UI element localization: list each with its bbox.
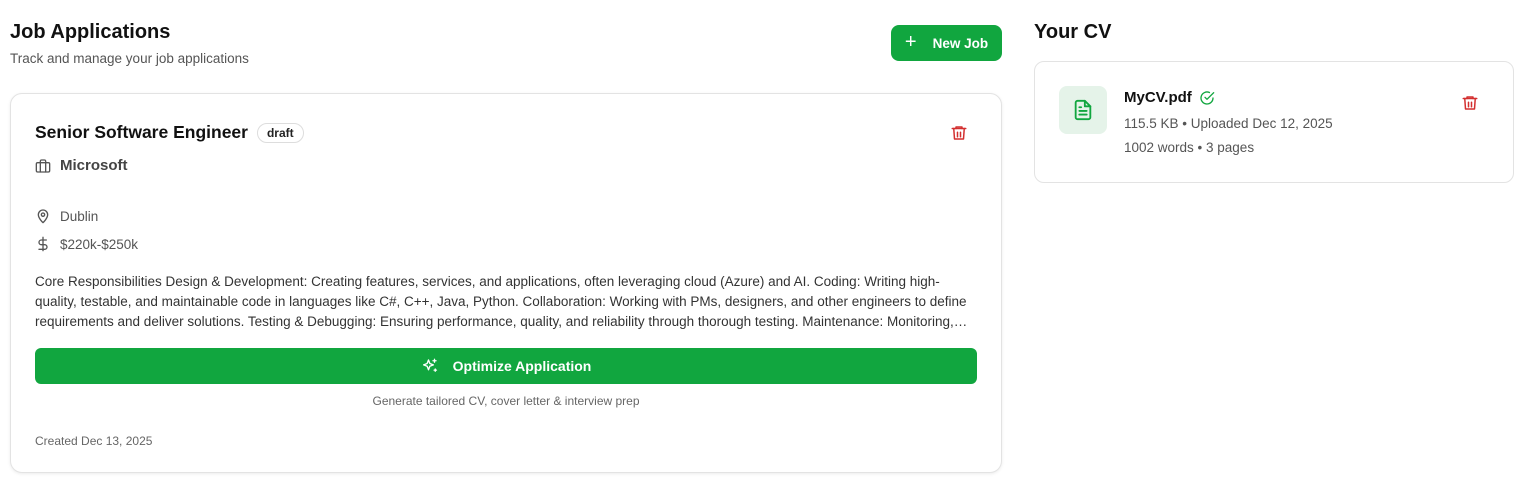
optimize-hint: Generate tailored CV, cover letter & int…	[372, 394, 640, 408]
job-title-row: Senior Software Engineer draft	[35, 122, 304, 143]
page-subtitle: Track and manage your job applications	[10, 51, 249, 66]
trash-icon	[951, 126, 967, 140]
company-name: Microsoft	[60, 157, 128, 174]
page-title: Job Applications	[10, 21, 171, 43]
map-pin-icon	[37, 209, 49, 224]
briefcase-icon	[35, 158, 51, 173]
job-title: Senior Software Engineer	[35, 122, 248, 142]
file-text-icon	[1074, 99, 1092, 121]
job-description: Core Responsibilities Design & Developme…	[35, 274, 967, 329]
cv-stats: 1002 words • 3 pages	[1124, 140, 1255, 155]
new-job-label: New Job	[932, 35, 989, 51]
job-salary: $220k-$250k	[60, 236, 139, 252]
plus-icon: +	[904, 31, 917, 53]
check-circle-icon	[1200, 90, 1215, 105]
delete-cv-button[interactable]	[1461, 94, 1479, 112]
file-icon-box	[1059, 86, 1107, 134]
new-job-button[interactable]: + New Job	[891, 25, 1002, 61]
cv-name-row: MyCV.pdf	[1124, 89, 1215, 106]
cv-filename[interactable]: MyCV.pdf	[1124, 89, 1192, 106]
optimize-application-button[interactable]: Optimize Application	[35, 348, 977, 384]
jobs-header: Job Applications Track and manage your j…	[10, 20, 1002, 70]
delete-job-button[interactable]	[950, 124, 968, 142]
sparkles-icon	[422, 358, 437, 372]
trash-icon	[1462, 96, 1478, 110]
created-date: Created Dec 13, 2025	[35, 434, 153, 448]
dollar-icon	[38, 236, 48, 252]
salary-row: $220k-$250k	[35, 236, 138, 252]
optimize-label: Optimize Application	[452, 358, 592, 374]
location-row: Dublin	[35, 208, 98, 224]
job-location: Dublin	[60, 208, 99, 224]
cv-card: MyCV.pdf 115.5 KB • Uploaded Dec 12, 202…	[1034, 61, 1514, 183]
status-badge: draft	[256, 122, 304, 143]
job-card[interactable]: Senior Software Engineer draft Microsoft…	[10, 93, 1002, 473]
company-row: Microsoft	[35, 157, 128, 174]
cv-size-uploaded: 115.5 KB • Uploaded Dec 12, 2025	[1124, 116, 1333, 131]
cv-section-title: Your CV	[1034, 21, 1112, 43]
